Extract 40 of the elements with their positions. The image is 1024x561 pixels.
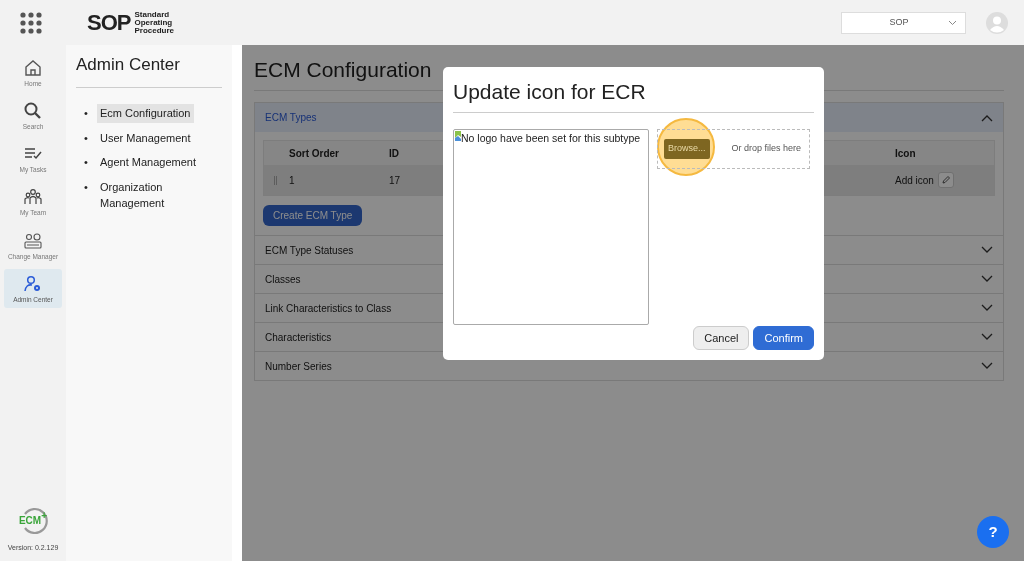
browse-button[interactable]: Browse... <box>664 139 710 159</box>
bullet: • <box>84 155 89 171</box>
table-cell-text: 1 <box>289 173 295 188</box>
collapse-chevron-icon[interactable] <box>981 113 993 122</box>
sidebar-title: Admin Center <box>76 55 181 76</box>
user-gear-icon <box>23 273 43 294</box>
sidebar-item[interactable]: Ecm Configuration <box>97 104 194 123</box>
workspace-select[interactable]: SOP <box>841 11 966 34</box>
drop-zone[interactable]: Browse... Or drop files here <box>657 129 810 170</box>
column-header: Icon <box>894 146 917 161</box>
logo-text: SOP <box>87 11 131 34</box>
expand-chevron-icon[interactable] <box>981 304 993 313</box>
sidebar-item[interactable]: Organization Management <box>97 177 222 213</box>
image-alt-text: No logo have been set for this subtype <box>461 131 641 147</box>
create-button[interactable]: Create ECM Type <box>263 205 363 227</box>
pencil-icon <box>940 175 951 186</box>
drag-handle-icon[interactable] <box>274 175 277 185</box>
table-cell-text: Add icon <box>895 173 934 188</box>
column-header: ID <box>388 146 400 161</box>
dialog-title: Update icon for ECR <box>453 77 814 114</box>
home-icon <box>23 58 43 78</box>
bullet: • <box>84 106 89 122</box>
logo-tagline: Standard Operating Procedure <box>134 10 176 35</box>
expand-chevron-icon[interactable] <box>981 333 993 342</box>
table-cell: 17 <box>389 174 401 186</box>
app-launcher-icon[interactable] <box>19 10 43 35</box>
confirm-button[interactable]: Confirm <box>753 325 814 350</box>
drop-hint: Or drop files here <box>731 142 801 156</box>
cancel-button[interactable]: Cancel <box>693 325 750 350</box>
broken-image-icon <box>455 131 461 142</box>
sidebar-item[interactable]: Agent Management <box>97 153 199 172</box>
bullet: • <box>84 179 89 195</box>
help-button[interactable]: ? <box>977 516 1009 548</box>
dropdown-caret-icon <box>948 19 957 26</box>
expand-chevron-icon[interactable] <box>981 246 993 255</box>
expand-chevron-icon[interactable] <box>981 275 993 284</box>
bullet: • <box>84 130 89 146</box>
sidebar-item[interactable]: User Management <box>97 128 194 148</box>
expand-chevron-icon[interactable] <box>981 362 993 371</box>
column-header: Sort Order <box>288 146 340 161</box>
